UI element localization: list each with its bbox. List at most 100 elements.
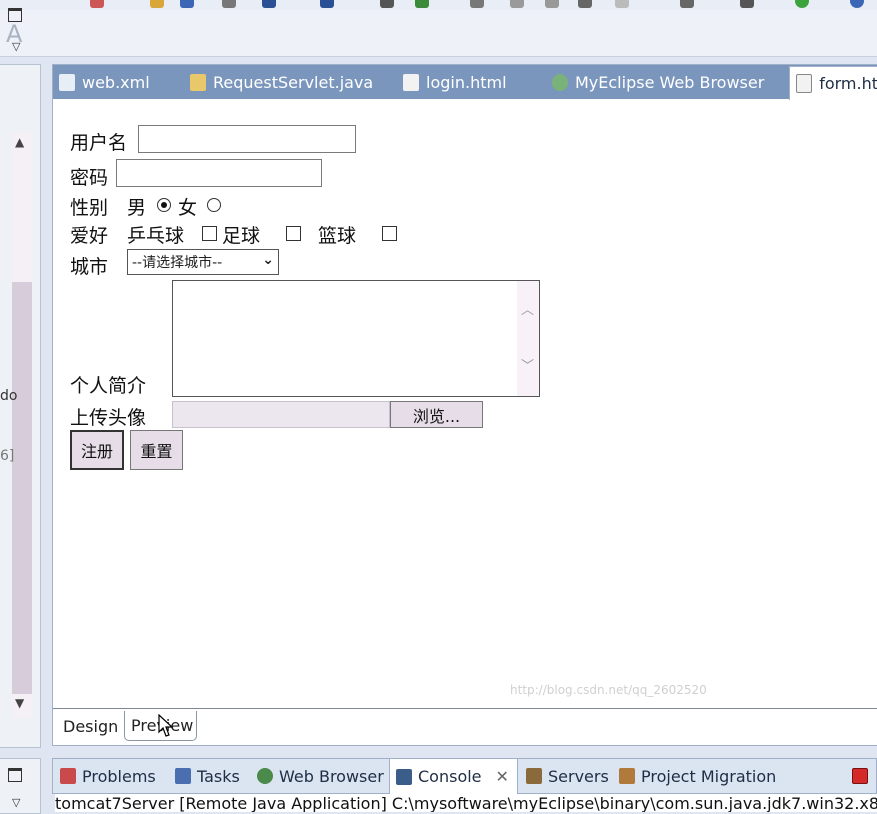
close-icon[interactable]: ✕	[496, 767, 509, 786]
tab-label: Project Migration	[641, 766, 777, 786]
toolbar-icon[interactable]	[680, 0, 694, 8]
textarea-scrollbar[interactable]: ︿ ﹀	[517, 281, 539, 396]
tab-label: MyEclipse Web Browser	[575, 72, 765, 92]
toolbar-icon[interactable]	[222, 0, 236, 8]
female-label: 女	[178, 197, 198, 219]
intro-textarea[interactable]: ︿ ﹀	[172, 280, 540, 397]
toolbar-icon[interactable]	[795, 0, 809, 8]
chevron-down-icon: ⌄	[262, 252, 274, 268]
avatar-file-path[interactable]	[172, 401, 390, 428]
left-scrollbar-thumb[interactable]	[12, 282, 32, 694]
register-button[interactable]: 注册	[70, 430, 124, 470]
view-menu-icon[interactable]: ▽	[12, 40, 20, 53]
view-menu-icon[interactable]: ▽	[12, 796, 20, 809]
tab-design[interactable]: Design	[57, 711, 124, 741]
view-tab-divider	[53, 708, 877, 709]
restore-icon[interactable]	[8, 768, 22, 782]
username-label: 用户名	[70, 132, 128, 154]
toolbar-icon[interactable]	[470, 0, 484, 8]
console-icon	[396, 768, 412, 785]
tab-label: Problems	[82, 766, 156, 786]
avatar-label: 上传头像	[70, 407, 147, 429]
browse-button[interactable]: 浏览...	[390, 401, 483, 428]
pingpong-checkbox[interactable]	[202, 226, 217, 241]
tab-request-servlet[interactable]: RequestServlet.java	[190, 65, 373, 99]
toolbar-icon[interactable]	[545, 0, 559, 8]
password-label: 密码	[70, 167, 109, 189]
gender-label: 性别	[70, 197, 109, 219]
tab-web-xml[interactable]: web.xml	[59, 65, 150, 99]
main-toolbar	[0, 0, 877, 10]
tab-label: RequestServlet.java	[213, 72, 374, 92]
left-panel-text: 6]	[0, 448, 15, 464]
football-checkbox[interactable]	[286, 226, 301, 241]
tab-problems[interactable]: Problems	[60, 758, 156, 794]
basketball-label: 篮球	[318, 225, 357, 247]
tab-servers[interactable]: Servers	[526, 758, 609, 794]
tab-web-browser-view[interactable]: Web Browser	[257, 758, 384, 794]
java-file-icon	[190, 73, 206, 91]
city-label: 城市	[70, 256, 109, 278]
male-label: 男	[127, 197, 147, 219]
tab-label: Console	[418, 767, 482, 786]
bottom-left-panel	[0, 758, 41, 814]
tab-label: Web Browser	[279, 766, 384, 786]
city-select[interactable]: --请选择城市-- ⌄	[127, 249, 279, 275]
xml-file-icon	[59, 73, 75, 91]
toolbar-icon[interactable]	[262, 0, 276, 8]
toolbar-icon[interactable]	[615, 0, 629, 8]
problems-icon	[60, 768, 76, 784]
migration-icon	[619, 768, 635, 784]
tab-tasks[interactable]: Tasks	[175, 758, 240, 794]
globe-icon	[257, 768, 273, 784]
stop-icon[interactable]	[852, 768, 868, 784]
scroll-up-icon[interactable]: ▲	[15, 135, 24, 149]
secondary-toolbar	[0, 10, 877, 57]
tab-label: form.ht	[819, 74, 877, 93]
male-radio[interactable]	[157, 198, 171, 212]
html-file-icon	[403, 73, 419, 91]
scroll-down-icon[interactable]: ﹀	[521, 355, 534, 374]
globe-icon	[552, 73, 568, 91]
toolbar-icon[interactable]	[850, 0, 864, 8]
toolbar-icon[interactable]	[90, 0, 104, 8]
tab-web-browser[interactable]: MyEclipse Web Browser	[552, 65, 764, 99]
toolbar-icon[interactable]	[578, 0, 592, 8]
left-panel-text: do	[0, 388, 18, 404]
tab-label: web.xml	[82, 72, 150, 92]
toolbar-icon[interactable]	[380, 0, 394, 8]
password-input[interactable]	[116, 159, 322, 187]
html-file-icon	[796, 74, 813, 93]
mouse-cursor-icon	[158, 714, 174, 737]
female-radio[interactable]	[207, 198, 221, 212]
tab-login-html[interactable]: login.html	[403, 65, 507, 99]
reset-button[interactable]: 重置	[130, 430, 183, 470]
intro-label: 个人简介	[70, 375, 147, 397]
toolbar-icon[interactable]	[320, 0, 334, 8]
username-input[interactable]	[138, 125, 356, 153]
toolbar-icon[interactable]	[150, 0, 164, 8]
pingpong-label: 乒乓球	[127, 225, 185, 247]
toolbar-icon[interactable]	[510, 0, 524, 8]
restore-icon[interactable]	[8, 8, 22, 22]
scroll-up-icon[interactable]: ︿	[521, 299, 534, 318]
tab-form-html[interactable]: form.ht	[789, 66, 877, 100]
toolbar-icon[interactable]	[415, 0, 429, 8]
tasks-icon	[175, 768, 191, 784]
tab-console[interactable]: Console ✕	[389, 758, 518, 794]
servers-icon	[526, 768, 542, 784]
tab-label: login.html	[426, 72, 507, 92]
basketball-checkbox[interactable]	[382, 226, 397, 241]
toolbar-icon[interactable]	[740, 0, 754, 8]
tab-label: Tasks	[197, 766, 240, 786]
watermark: http://blog.csdn.net/qq_2602520	[510, 683, 707, 697]
city-selected-value: --请选择城市--	[132, 255, 223, 271]
tab-label: Servers	[548, 766, 609, 786]
toolbar-icon[interactable]	[180, 0, 194, 8]
football-label: 足球	[222, 225, 261, 247]
tab-project-migration[interactable]: Project Migration	[619, 758, 776, 794]
scroll-down-icon[interactable]: ▼	[15, 696, 24, 710]
editor-tab-bar: web.xml RequestServlet.java login.html M…	[53, 65, 877, 100]
console-output-line: tomcat7Server [Remote Java Application] …	[55, 794, 877, 812]
hobby-label: 爱好	[70, 225, 109, 247]
